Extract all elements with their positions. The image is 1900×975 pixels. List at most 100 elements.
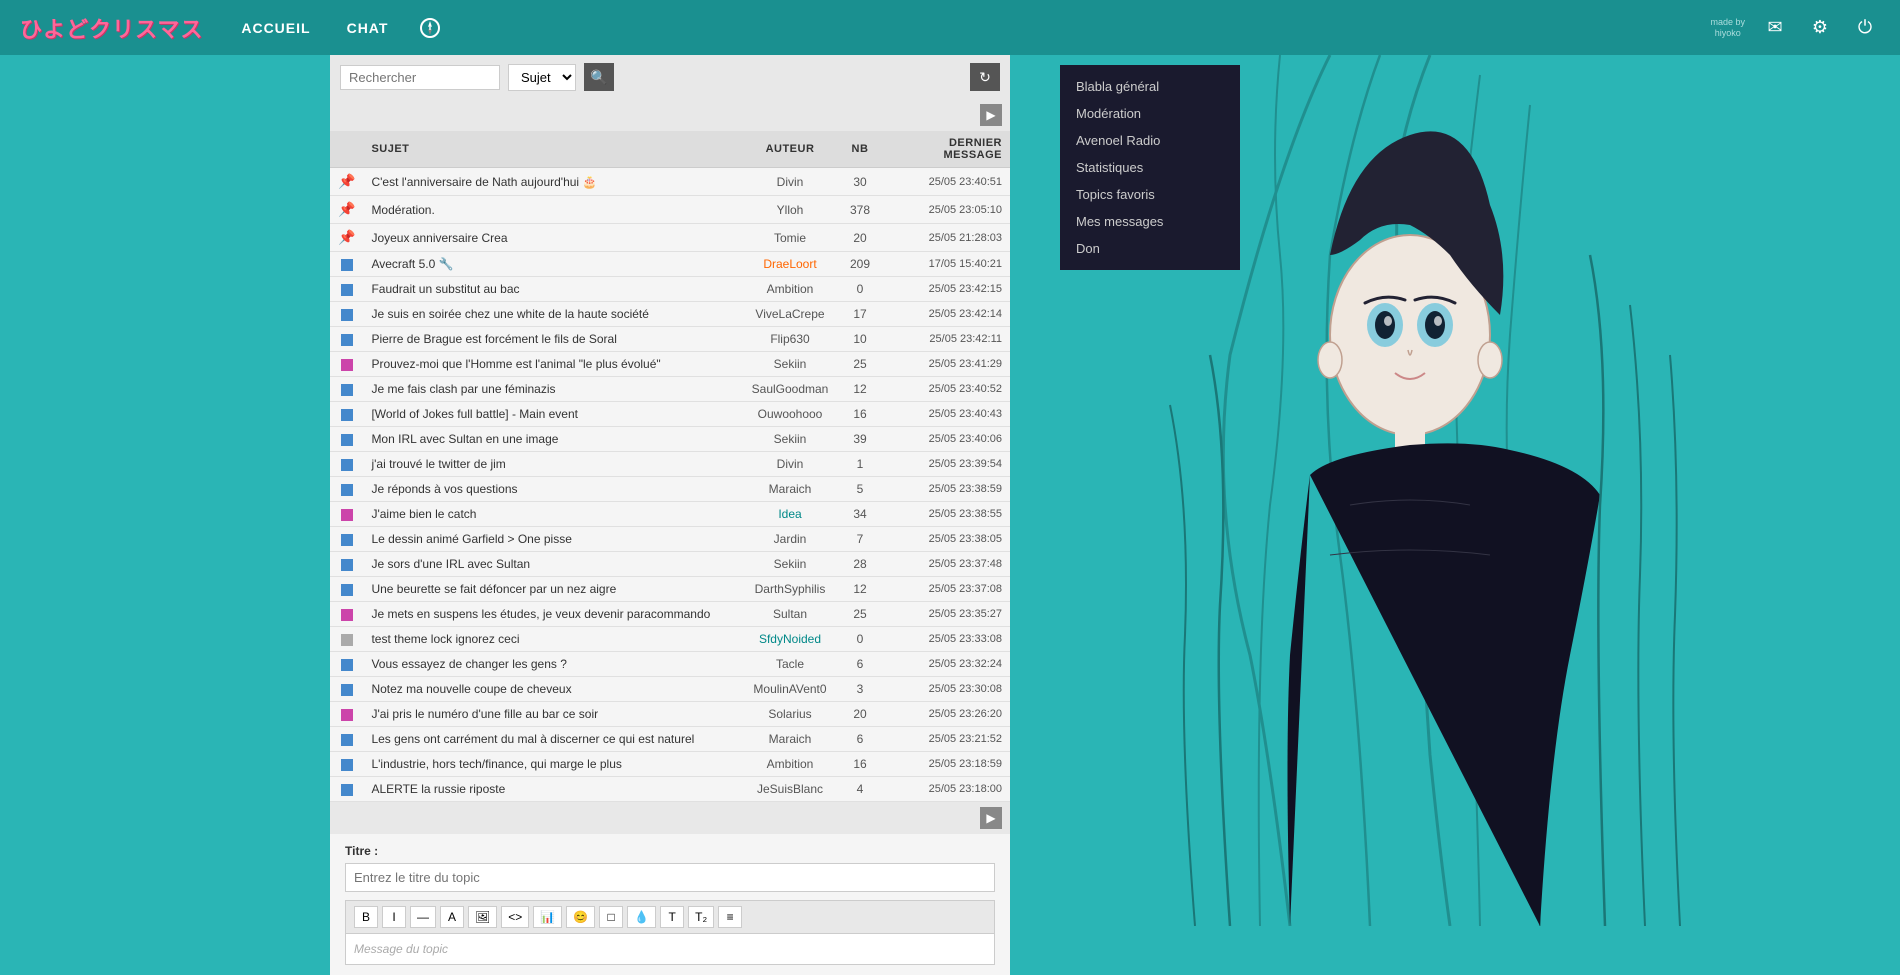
- toolbar-btn-6[interactable]: 📊: [533, 906, 562, 928]
- row-subject-cell[interactable]: Je réponds à vos questions: [363, 477, 740, 502]
- toolbar-btn-9[interactable]: 💧: [627, 906, 656, 928]
- row-icon-cell: [330, 652, 363, 677]
- toolbar-btn-0[interactable]: B: [354, 906, 378, 928]
- topic-link[interactable]: Le dessin animé Garfield > One pisse: [371, 532, 571, 546]
- toolbar-btn-1[interactable]: I: [382, 906, 406, 928]
- topic-link[interactable]: C'est l'anniversaire de Nath aujourd'hui…: [371, 175, 597, 189]
- row-subject-cell[interactable]: Je suis en soirée chez une white de la h…: [363, 302, 740, 327]
- sidebar-menu-item-5[interactable]: Mes messages: [1060, 208, 1240, 235]
- post-message-placeholder[interactable]: Message du topic: [345, 934, 995, 965]
- row-subject-cell[interactable]: Faudrait un substitut au bac: [363, 277, 740, 302]
- row-nb-cell: 209: [840, 252, 880, 277]
- next-page-button-bottom[interactable]: ▶: [980, 807, 1002, 829]
- search-input[interactable]: [340, 65, 500, 90]
- search-type-select[interactable]: Sujet: [508, 64, 576, 91]
- toolbar-btn-2[interactable]: —: [410, 906, 436, 928]
- search-bar: Sujet 🔍 ↻: [330, 55, 1010, 99]
- topic-link[interactable]: L'industrie, hors tech/finance, qui marg…: [371, 757, 621, 771]
- topic-link[interactable]: Les gens ont carrément du mal à discerne…: [371, 732, 694, 746]
- next-page-button-top[interactable]: ▶: [980, 104, 1002, 126]
- row-date-cell: 25/05 23:30:08: [880, 677, 1010, 702]
- toolbar-btn-10[interactable]: T: [660, 906, 684, 928]
- topic-link[interactable]: Modération.: [371, 203, 434, 217]
- topic-link[interactable]: Mon IRL avec Sultan en une image: [371, 432, 558, 446]
- row-subject-cell[interactable]: J'aime bien le catch: [363, 502, 740, 527]
- sidebar-menu-item-3[interactable]: Statistiques: [1060, 154, 1240, 181]
- toolbar-btn-8[interactable]: □: [599, 906, 623, 928]
- table-row: Faudrait un substitut au bacAmbition025/…: [330, 277, 1010, 302]
- pink-icon: [341, 609, 353, 621]
- power-icon[interactable]: ⏻: [1850, 13, 1880, 43]
- topic-link[interactable]: Je suis en soirée chez une white de la h…: [371, 307, 649, 321]
- sidebar-menu-item-0[interactable]: Blabla général: [1060, 73, 1240, 100]
- row-subject-cell[interactable]: Vous essayez de changer les gens ?: [363, 652, 740, 677]
- row-subject-cell[interactable]: Mon IRL avec Sultan en une image: [363, 427, 740, 452]
- topic-link[interactable]: Vous essayez de changer les gens ?: [371, 657, 566, 671]
- nav-chat[interactable]: CHAT: [339, 15, 397, 41]
- site-logo[interactable]: ひよどクリスマス: [20, 12, 203, 44]
- topic-link[interactable]: Notez ma nouvelle coupe de cheveux: [371, 682, 571, 696]
- row-subject-cell[interactable]: test theme lock ignorez ceci: [363, 627, 740, 652]
- topic-link[interactable]: Une beurette se fait défoncer par un nez…: [371, 582, 616, 596]
- row-nb-cell: 16: [840, 402, 880, 427]
- row-nb-cell: 6: [840, 727, 880, 752]
- post-title-input[interactable]: [345, 863, 995, 892]
- topic-link[interactable]: Je me fais clash par une féminazis: [371, 382, 555, 396]
- toolbar-btn-12[interactable]: ≡: [718, 906, 742, 928]
- toolbar-btn-7[interactable]: 😊: [566, 906, 595, 928]
- row-subject-cell[interactable]: Avecraft 5.0 🔧: [363, 252, 740, 277]
- nav-compass-icon[interactable]: [416, 14, 444, 42]
- toolbar-btn-3[interactable]: A: [440, 906, 464, 928]
- toolbar-btn-4[interactable]: 🖼: [468, 906, 497, 928]
- sidebar-menu-item-6[interactable]: Don: [1060, 235, 1240, 262]
- row-subject-cell[interactable]: Les gens ont carrément du mal à discerne…: [363, 727, 740, 752]
- row-author-cell: Sultan: [740, 602, 840, 627]
- sidebar-menu-item-2[interactable]: Avenoel Radio: [1060, 127, 1240, 154]
- row-subject-cell[interactable]: Je me fais clash par une féminazis: [363, 377, 740, 402]
- pink-icon: [341, 509, 353, 521]
- row-subject-cell[interactable]: Le dessin animé Garfield > One pisse: [363, 527, 740, 552]
- nav-accueil[interactable]: ACCUEIL: [233, 15, 318, 41]
- toolbar-btn-5[interactable]: <>: [501, 906, 529, 928]
- topic-link[interactable]: J'ai pris le numéro d'une fille au bar c…: [371, 707, 598, 721]
- mail-icon[interactable]: ✉: [1760, 13, 1790, 43]
- row-subject-cell[interactable]: L'industrie, hors tech/finance, qui marg…: [363, 752, 740, 777]
- row-subject-cell[interactable]: Prouvez-moi que l'Homme est l'animal "le…: [363, 352, 740, 377]
- row-date-cell: 25/05 23:40:43: [880, 402, 1010, 427]
- row-author-cell: Ylloh: [740, 196, 840, 224]
- row-subject-cell[interactable]: ALERTE la russie riposte: [363, 777, 740, 802]
- toolbar-btn-11[interactable]: T₂: [688, 906, 714, 928]
- topic-link[interactable]: [World of Jokes full battle] - Main even…: [371, 407, 578, 421]
- row-subject-cell[interactable]: Pierre de Brague est forcément le fils d…: [363, 327, 740, 352]
- topic-link[interactable]: ALERTE la russie riposte: [371, 782, 505, 796]
- topic-link[interactable]: Je sors d'une IRL avec Sultan: [371, 557, 530, 571]
- topic-link[interactable]: j'ai trouvé le twitter de jim: [371, 457, 505, 471]
- topic-link[interactable]: Je mets en suspens les études, je veux d…: [371, 607, 710, 621]
- pink-icon: [341, 709, 353, 721]
- topic-link[interactable]: Joyeux anniversaire Crea: [371, 231, 507, 245]
- row-subject-cell[interactable]: j'ai trouvé le twitter de jim: [363, 452, 740, 477]
- row-subject-cell[interactable]: Je sors d'une IRL avec Sultan: [363, 552, 740, 577]
- row-subject-cell[interactable]: C'est l'anniversaire de Nath aujourd'hui…: [363, 168, 740, 196]
- row-date-cell: 25/05 23:38:55: [880, 502, 1010, 527]
- topic-link[interactable]: Je réponds à vos questions: [371, 482, 517, 496]
- row-subject-cell[interactable]: [World of Jokes full battle] - Main even…: [363, 402, 740, 427]
- row-subject-cell[interactable]: Une beurette se fait défoncer par un nez…: [363, 577, 740, 602]
- row-subject-cell[interactable]: Modération.: [363, 196, 740, 224]
- row-date-cell: 25/05 23:41:29: [880, 352, 1010, 377]
- row-subject-cell[interactable]: Notez ma nouvelle coupe de cheveux: [363, 677, 740, 702]
- refresh-button[interactable]: ↻: [970, 63, 1000, 91]
- topic-link[interactable]: Pierre de Brague est forcément le fils d…: [371, 332, 616, 346]
- row-subject-cell[interactable]: J'ai pris le numéro d'une fille au bar c…: [363, 702, 740, 727]
- search-button[interactable]: 🔍: [584, 63, 614, 91]
- topic-link[interactable]: Avecraft 5.0 🔧: [371, 257, 453, 271]
- sidebar-menu-item-1[interactable]: Modération: [1060, 100, 1240, 127]
- topic-link[interactable]: J'aime bien le catch: [371, 507, 476, 521]
- topic-link[interactable]: Prouvez-moi que l'Homme est l'animal "le…: [371, 357, 660, 371]
- gear-icon[interactable]: ⚙: [1805, 13, 1835, 43]
- topic-link[interactable]: Faudrait un substitut au bac: [371, 282, 519, 296]
- sidebar-menu-item-4[interactable]: Topics favoris: [1060, 181, 1240, 208]
- row-subject-cell[interactable]: Je mets en suspens les études, je veux d…: [363, 602, 740, 627]
- row-subject-cell[interactable]: Joyeux anniversaire Crea: [363, 224, 740, 252]
- topic-link[interactable]: test theme lock ignorez ceci: [371, 632, 519, 646]
